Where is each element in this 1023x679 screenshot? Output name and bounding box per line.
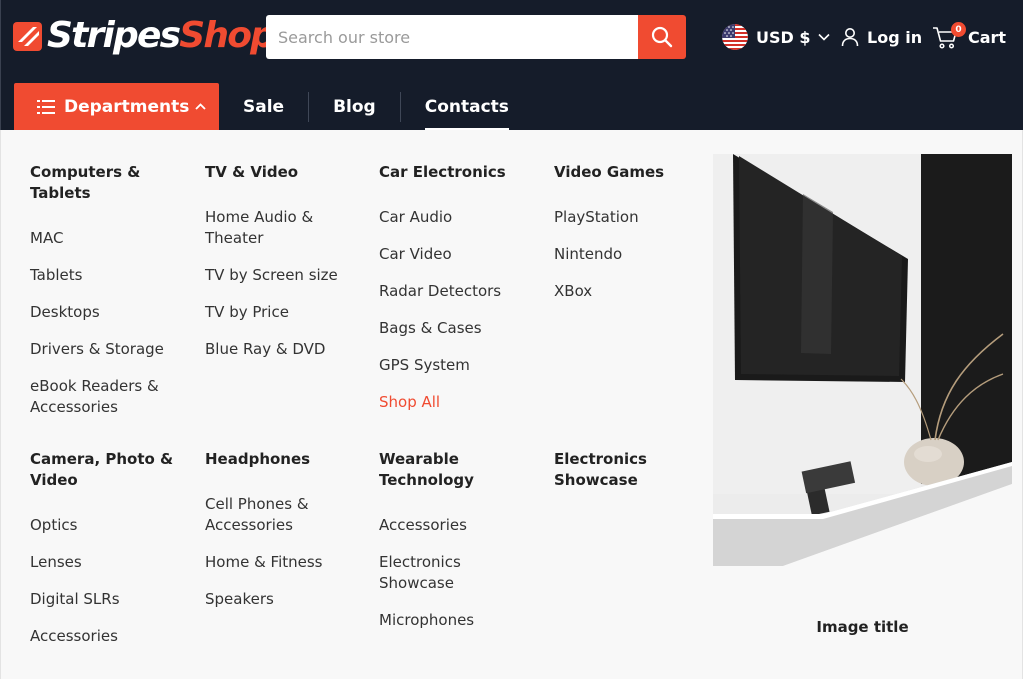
menu-column-computers-tablets: Computers & Tablets MAC Tablets Desktops… [30,162,180,434]
menu-item[interactable]: TV by Price [205,302,355,323]
menu-column-title[interactable]: Headphones [205,449,355,470]
menu-item[interactable]: Home & Fitness [205,552,355,573]
logo-mark-icon [13,21,42,51]
menu-column-camera-photo: Camera, Photo & Video Optics Lenses Digi… [30,449,180,663]
menu-item[interactable]: PlayStation [554,207,704,228]
tv-room-illustration [713,154,1012,603]
menu-item[interactable]: Electronics Showcase [379,552,529,594]
nav-link-sale[interactable]: Sale [219,95,308,119]
promo-image[interactable] [713,154,1012,603]
nav-link-contacts[interactable]: Contacts [401,95,533,131]
menu-column-title[interactable]: Electronics Showcase [554,449,704,491]
menu-item[interactable]: GPS System [379,355,529,376]
menu-item[interactable]: Lenses [30,552,180,573]
menu-item[interactable]: TV by Screen size [205,265,355,286]
menu-item[interactable]: Blue Ray & DVD [205,339,355,360]
login-link[interactable]: Log in [841,23,922,51]
menu-item[interactable]: Accessories [379,515,529,536]
brand-name: StripesShop [47,15,276,56]
header: StripesShop Search our store USD $ Log i… [0,0,1023,131]
menu-column-tv-video: TV & Video Home Audio & Theater TV by Sc… [205,162,355,376]
menu-item[interactable]: MAC [30,228,180,249]
brand-name-part2: Shop [179,15,276,56]
promo-caption: Image title [816,618,909,636]
chevron-down-icon [817,33,830,41]
shop-all-link[interactable]: Shop All [379,392,529,413]
menu-item[interactable]: Desktops [30,302,180,323]
menu-column-title[interactable]: TV & Video [205,162,355,183]
menu-item[interactable]: Car Video [379,244,529,265]
menu-item[interactable]: Car Audio [379,207,529,228]
menu-column-electronics-showcase: Electronics Showcase [554,449,704,515]
menu-item[interactable]: Speakers [205,589,355,610]
us-flag-icon [722,24,748,50]
menu-item[interactable]: Accessories [30,626,180,647]
menu-column-wearable-technology: Wearable Technology Accessories Electron… [379,449,529,647]
menu-item[interactable]: XBox [554,281,704,302]
menu-item[interactable]: eBook Readers & Accessories [30,376,180,418]
menu-item[interactable]: Cell Phones & Accessories [205,494,355,536]
menu-column-title[interactable]: Video Games [554,162,704,183]
currency-label: USD $ [756,27,811,47]
departments-button[interactable]: Departments [14,83,219,130]
search-icon [651,26,673,48]
menu-item[interactable]: Optics [30,515,180,536]
menu-column-title[interactable]: Computers & Tablets [30,162,180,204]
login-label: Log in [867,27,923,47]
cart-link[interactable]: 0 Cart [932,20,1006,54]
departments-label: Departments [64,96,190,117]
nav-link-blog[interactable]: Blog [309,95,400,119]
menu-column-title[interactable]: Car Electronics [379,162,529,183]
menu-item[interactable]: Tablets [30,265,180,286]
search-button[interactable] [638,15,686,59]
menu-item[interactable]: Microphones [379,610,529,631]
menu-item[interactable]: Radar Detectors [379,281,529,302]
menu-column-headphones: Headphones Cell Phones & Accessories Hom… [205,449,355,626]
brand-name-part1: Stripes [47,15,181,56]
menu-item[interactable]: Digital SLRs [30,589,180,610]
chevron-up-icon [195,103,207,110]
menu-column-video-games: Video Games PlayStation Nintendo XBox [554,162,704,318]
cart-label: Cart [968,27,1007,47]
menu-column-title[interactable]: Wearable Technology [379,449,529,491]
search-input[interactable] [266,15,638,59]
cart-icon: 0 [932,22,966,50]
user-icon [841,27,859,47]
menu-item[interactable]: Drivers & Storage [30,339,180,360]
menu-item[interactable]: Nintendo [554,244,704,265]
menu-item[interactable]: Bags & Cases [379,318,529,339]
main-nav: Departments Sale Blog Contacts [14,83,533,131]
cart-count-badge: 0 [951,22,966,37]
menu-column-title[interactable]: Camera, Photo & Video [30,449,180,491]
currency-selector[interactable]: USD $ [722,23,830,51]
list-icon [37,99,55,114]
logo[interactable]: StripesShop [13,15,276,56]
search-bar [266,15,686,59]
menu-item[interactable]: Home Audio & Theater [205,207,355,249]
menu-column-car-electronics: Car Electronics Car Audio Car Video Rada… [379,162,529,429]
